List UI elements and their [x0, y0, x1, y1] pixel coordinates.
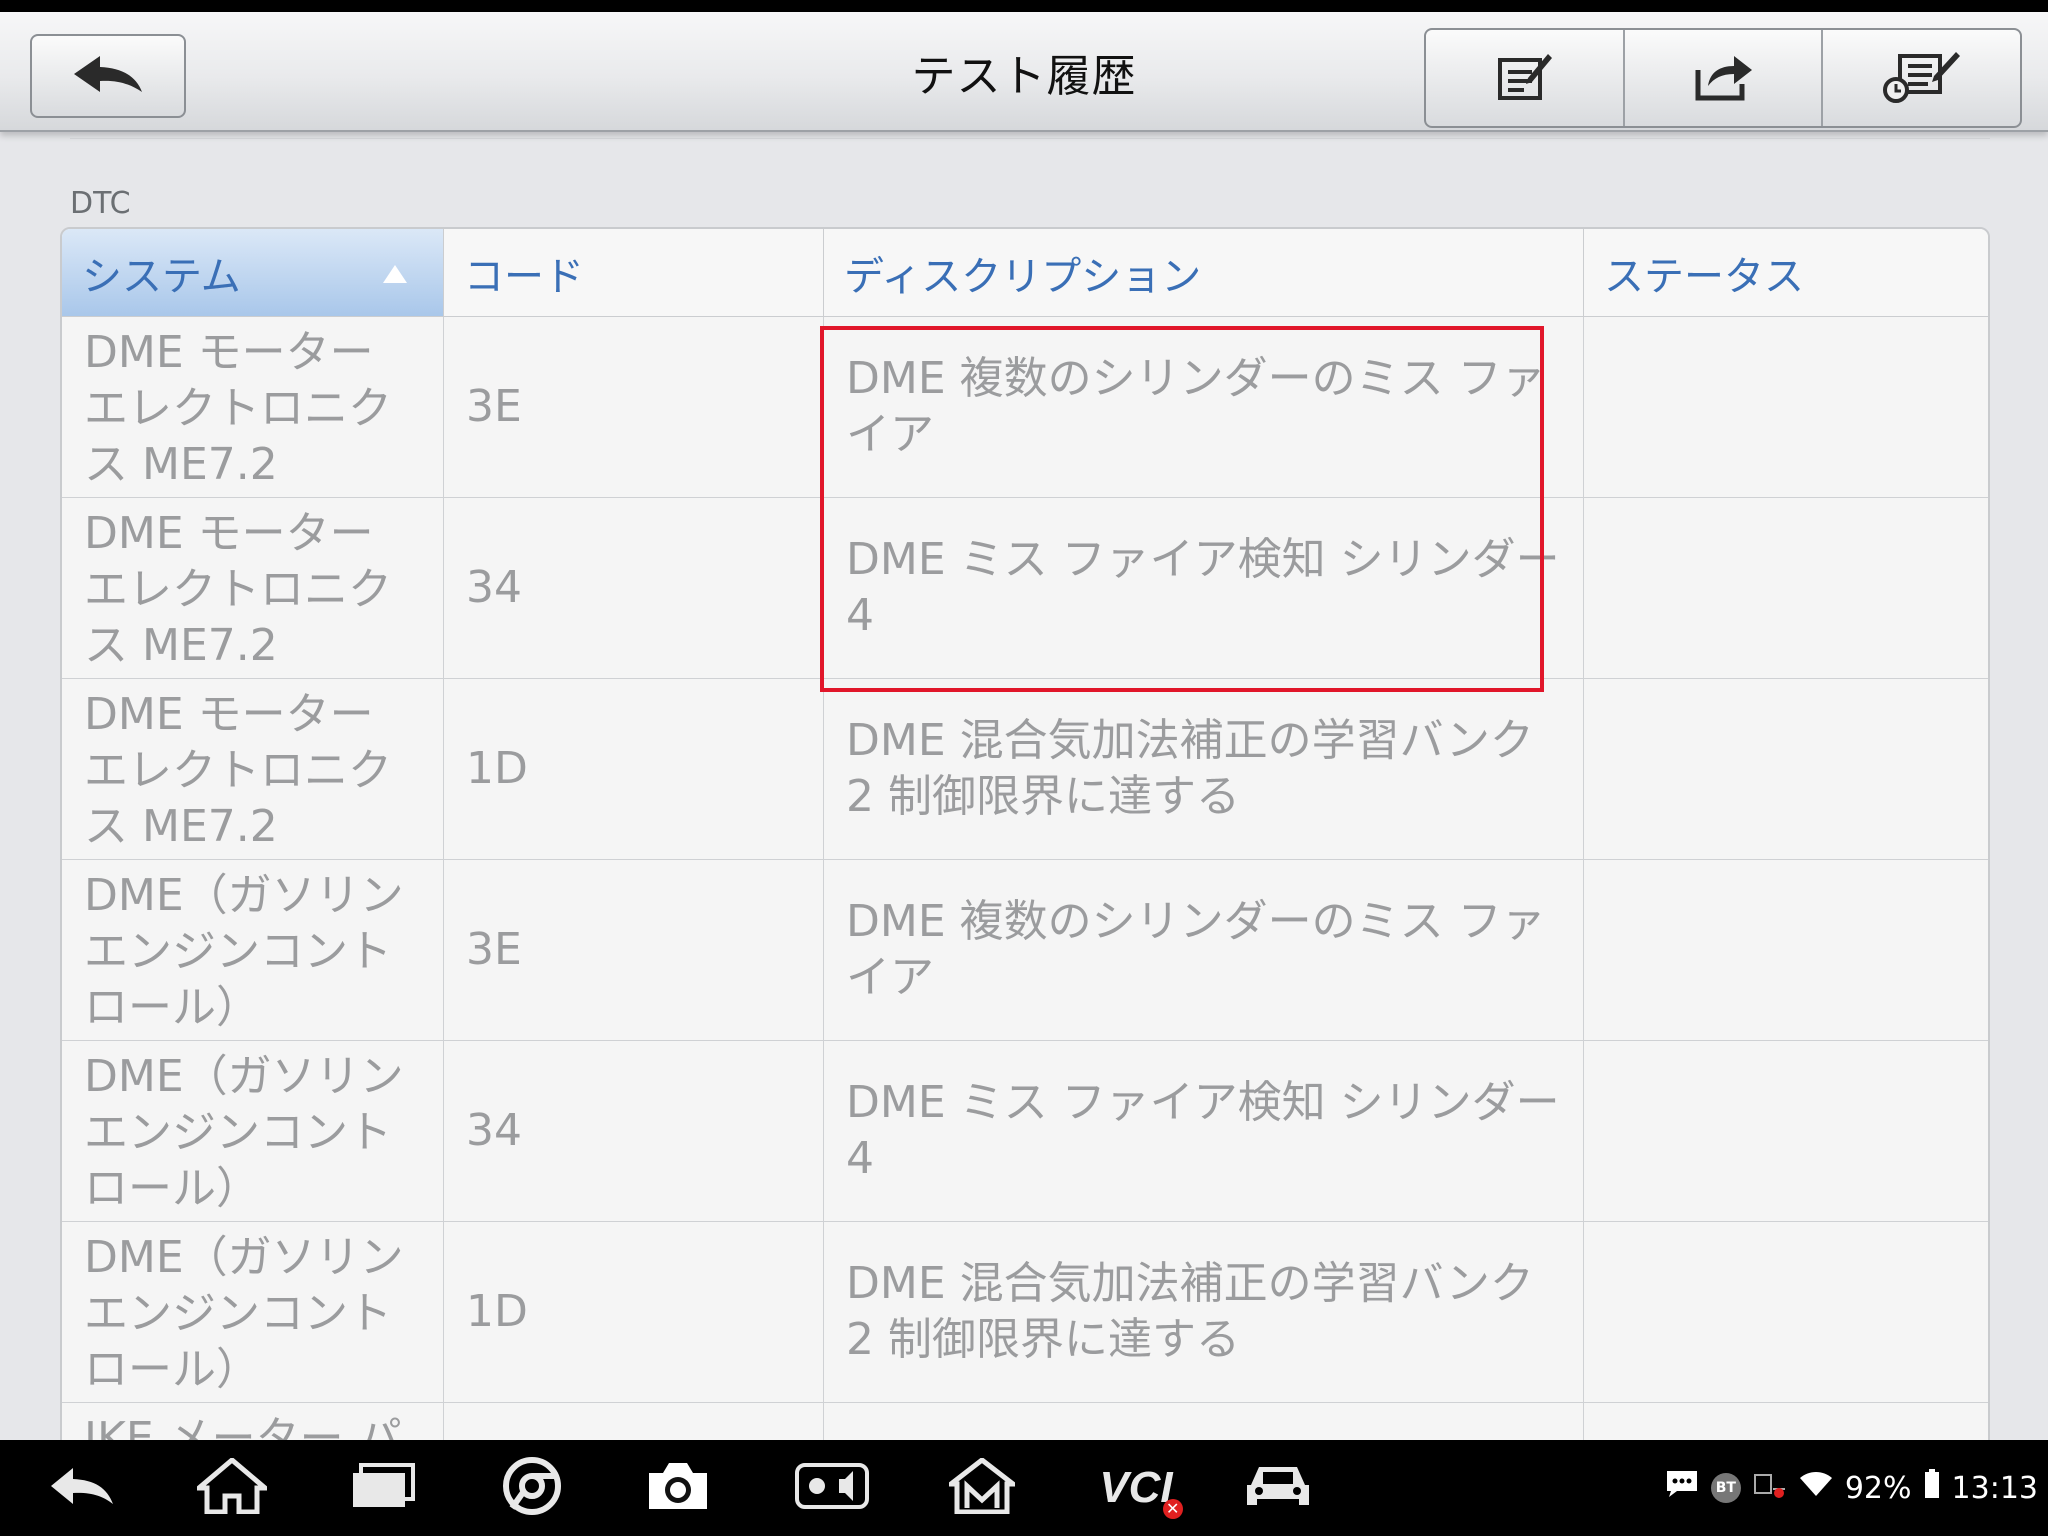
table-row[interactable]: DME モーター エレクトロニクス ME7.2 34 DME ミス ファイア検知…	[62, 498, 1988, 679]
description-cell: DME 複数のシリンダーのミス ファイア	[824, 317, 1584, 497]
table-row[interactable]: DME モーター エレクトロニクス ME7.2 1D DME 混合気加法補正の学…	[62, 679, 1988, 860]
vci-icon: VCI ✕	[1099, 1463, 1183, 1519]
column-header-code[interactable]: コード	[444, 229, 824, 317]
column-header-label: コード	[464, 253, 584, 300]
nav-recents-button[interactable]	[340, 1458, 424, 1518]
network-disconnected-icon	[1753, 1469, 1787, 1507]
bt-label: BT	[1715, 1480, 1736, 1496]
nav-home-button[interactable]	[190, 1456, 274, 1518]
table-row[interactable]: DME（ガソリンエンジンコントロール） 34 DME ミス ファイア検知 シリン…	[62, 1041, 1988, 1222]
system-cell: DME（ガソリンエンジンコントロール）	[62, 1222, 444, 1402]
m-button[interactable]	[940, 1456, 1024, 1518]
table-row[interactable]: DME モーター エレクトロニクス ME7.2 3E DME 複数のシリンダーの…	[62, 317, 1988, 498]
car-icon	[1243, 1461, 1313, 1515]
share-button[interactable]	[1625, 30, 1824, 126]
collapsed-panel-edge	[70, 132, 1990, 139]
code-cell: 1D	[444, 679, 824, 859]
system-cell: DME（ガソリンエンジンコントロール）	[62, 860, 444, 1040]
table-header: システム コード ディスクリプション ステータス	[62, 229, 1988, 317]
description-cell: DME ミス ファイア検知 シリンダー 4	[824, 498, 1584, 678]
system-cell: DME モーター エレクトロニクス ME7.2	[62, 679, 444, 859]
history-edit-button[interactable]	[1823, 30, 2020, 126]
column-header-label: ディスクリプション	[844, 253, 1202, 300]
column-header-label: ステータス	[1604, 253, 1804, 300]
code-cell: 34	[444, 1041, 824, 1221]
description-cell	[824, 1403, 1584, 1442]
chrome-icon	[502, 1456, 562, 1520]
code-cell: 34	[444, 498, 824, 678]
system-cell: IKE メーター パ	[62, 1403, 444, 1442]
table-row[interactable]: DME（ガソリンエンジンコントロール） 3E DME 複数のシリンダーのミス フ…	[62, 860, 1988, 1041]
status-cell	[1584, 1222, 1988, 1402]
vci-label: VCI	[1099, 1463, 1173, 1512]
system-cell: DME（ガソリンエンジンコントロール）	[62, 1041, 444, 1221]
code-cell: 1D	[444, 1222, 824, 1402]
wifi-icon	[1799, 1470, 1833, 1506]
home-icon	[192, 1456, 272, 1518]
title-bar: テスト履歴	[0, 12, 2048, 132]
vci-button[interactable]: VCI ✕	[1086, 1458, 1186, 1519]
nav-back-button[interactable]	[40, 1458, 124, 1518]
status-cell	[1584, 860, 1988, 1040]
column-header-description[interactable]: ディスクリプション	[824, 229, 1584, 317]
column-header-status[interactable]: ステータス	[1584, 229, 1988, 317]
back-icon	[47, 1464, 117, 1512]
edit-report-icon	[1494, 50, 1554, 106]
edit-report-button[interactable]	[1426, 30, 1625, 126]
status-cell	[1584, 1403, 1988, 1442]
column-header-label: システム	[82, 253, 241, 300]
section-label-dtc: DTC	[70, 186, 131, 221]
disconnected-icon: ✕	[1162, 1499, 1183, 1519]
description-cell: DME 混合気加法補正の学習バンク 2 制御限界に達する	[824, 679, 1584, 859]
table-body: DME モーター エレクトロニクス ME7.2 3E DME 複数のシリンダーの…	[62, 317, 1988, 1442]
status-cell	[1584, 498, 1988, 678]
column-header-system[interactable]: システム	[62, 229, 444, 317]
m-icon	[943, 1456, 1021, 1518]
share-icon	[1692, 50, 1754, 106]
description-cell: DME 複数のシリンダーのミス ファイア	[824, 860, 1584, 1040]
chrome-button[interactable]	[490, 1456, 574, 1520]
message-icon	[1665, 1469, 1699, 1507]
sort-ascending-icon	[383, 265, 407, 283]
camera-icon	[643, 1459, 713, 1517]
battery-icon	[1924, 1469, 1940, 1507]
top-status-strip	[0, 0, 2048, 12]
clock: 13:13	[1951, 1470, 2038, 1506]
brightness-volume-icon	[795, 1461, 869, 1515]
toolbar-actions	[1424, 28, 2022, 128]
status-cell	[1584, 679, 1988, 859]
dtc-table: システム コード ディスクリプション ステータス DME モーター エレクトロニ…	[60, 227, 1990, 1444]
table-row[interactable]: IKE メーター パ	[62, 1403, 1988, 1442]
status-area: BT 92% 13:13	[1665, 1440, 2038, 1536]
battery-percent: 92%	[1844, 1470, 1912, 1506]
description-cell: DME ミス ファイア検知 シリンダー 4	[824, 1041, 1584, 1221]
bluetooth-icon: BT	[1710, 1473, 1741, 1503]
system-cell: DME モーター エレクトロニクス ME7.2	[62, 317, 444, 497]
brightness-volume-button[interactable]	[790, 1458, 874, 1518]
system-cell: DME モーター エレクトロニクス ME7.2	[62, 498, 444, 678]
table-row[interactable]: DME（ガソリンエンジンコントロール） 1D DME 混合気加法補正の学習バンク…	[62, 1222, 1988, 1403]
code-cell	[444, 1403, 824, 1442]
car-button[interactable]	[1236, 1458, 1320, 1518]
recents-icon	[347, 1461, 417, 1515]
history-edit-icon	[1880, 48, 1964, 108]
status-cell	[1584, 1041, 1988, 1221]
description-cell: DME 混合気加法補正の学習バンク 2 制御限界に達する	[824, 1222, 1584, 1402]
camera-button[interactable]	[636, 1458, 720, 1518]
code-cell: 3E	[444, 317, 824, 497]
code-cell: 3E	[444, 860, 824, 1040]
status-cell	[1584, 317, 1988, 497]
